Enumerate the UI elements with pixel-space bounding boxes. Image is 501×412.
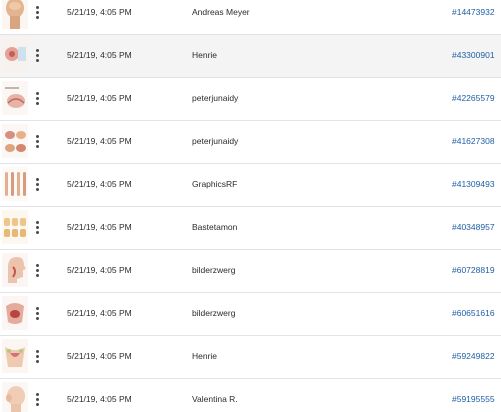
- more-options-icon[interactable]: [30, 45, 44, 67]
- thumbnail-image[interactable]: [2, 0, 28, 29]
- thumbnail-image[interactable]: [2, 167, 28, 201]
- thumbnail-image[interactable]: [2, 253, 28, 287]
- more-options-icon[interactable]: [30, 2, 44, 24]
- more-options-icon[interactable]: [30, 260, 44, 282]
- author-name: peterjunaidy: [192, 93, 239, 103]
- author-name: Henrie: [192, 50, 218, 60]
- asset-id-link[interactable]: #42265579: [452, 93, 495, 103]
- date-added: 5/21/19, 4:05 PM: [67, 7, 132, 17]
- asset-id-link[interactable]: #14473932: [452, 7, 495, 17]
- date-added: 5/21/19, 4:05 PM: [67, 222, 132, 232]
- asset-id-link[interactable]: #43300901: [452, 50, 495, 60]
- more-options-icon[interactable]: [30, 174, 44, 196]
- list-item[interactable]: 5/21/19, 4:05 PM bilderzwerg #60651616: [0, 293, 501, 336]
- date-added: 5/21/19, 4:05 PM: [67, 179, 132, 189]
- list-item[interactable]: 5/21/19, 4:05 PM Andreas Meyer #14473932: [0, 0, 501, 35]
- asset-id-link[interactable]: #40348957: [452, 222, 495, 232]
- asset-id-link[interactable]: #60728819: [452, 265, 495, 275]
- date-added: 5/21/19, 4:05 PM: [67, 308, 132, 318]
- author-name: Henrie: [192, 351, 218, 361]
- list-item[interactable]: 5/21/19, 4:05 PM Bastetamon #40348957: [0, 207, 501, 250]
- more-options-icon[interactable]: [30, 346, 44, 368]
- thumbnail-image[interactable]: [2, 124, 28, 158]
- asset-id-link[interactable]: #60651616: [452, 308, 495, 318]
- date-added: 5/21/19, 4:05 PM: [67, 394, 132, 404]
- author-name: GraphicsRF: [192, 179, 238, 189]
- date-added: 5/21/19, 4:05 PM: [67, 351, 132, 361]
- author-name: Bastetamon: [192, 222, 238, 232]
- list-item[interactable]: 5/21/19, 4:05 PM bilderzwerg #60728819: [0, 250, 501, 293]
- more-options-icon[interactable]: [30, 303, 44, 325]
- asset-id-link[interactable]: #41627308: [452, 136, 495, 146]
- author-name: peterjunaidy: [192, 136, 239, 146]
- thumbnail-image[interactable]: [2, 210, 28, 244]
- author-name: Andreas Meyer: [192, 7, 250, 17]
- more-options-icon[interactable]: [30, 88, 44, 110]
- more-options-icon[interactable]: [30, 389, 44, 411]
- author-name: bilderzwerg: [192, 308, 236, 318]
- asset-id-link[interactable]: #59195555: [452, 394, 495, 404]
- author-name: bilderzwerg: [192, 265, 236, 275]
- list-item[interactable]: 5/21/19, 4:05 PM Henrie #43300901: [0, 35, 501, 78]
- asset-id-link[interactable]: #59249822: [452, 351, 495, 361]
- date-added: 5/21/19, 4:05 PM: [67, 93, 132, 103]
- list-item[interactable]: 5/21/19, 4:05 PM Henrie #59249822: [0, 336, 501, 379]
- stock-image-list: 5/21/19, 4:05 PM Andreas Meyer #14473932…: [0, 0, 501, 412]
- date-added: 5/21/19, 4:05 PM: [67, 136, 132, 146]
- thumbnail-image[interactable]: [2, 38, 28, 72]
- date-added: 5/21/19, 4:05 PM: [67, 50, 132, 60]
- list-item[interactable]: 5/21/19, 4:05 PM peterjunaidy #41627308: [0, 121, 501, 164]
- list-item[interactable]: 5/21/19, 4:05 PM peterjunaidy #42265579: [0, 78, 501, 121]
- more-options-icon[interactable]: [30, 217, 44, 239]
- author-name: Valentina R.: [192, 394, 238, 404]
- thumbnail-image[interactable]: [2, 339, 28, 373]
- asset-id-link[interactable]: #41309493: [452, 179, 495, 189]
- thumbnail-image[interactable]: [2, 296, 28, 330]
- thumbnail-image[interactable]: [2, 382, 28, 412]
- thumbnail-image[interactable]: [2, 81, 28, 115]
- list-item[interactable]: 5/21/19, 4:05 PM Valentina R. #59195555: [0, 379, 501, 412]
- more-options-icon[interactable]: [30, 131, 44, 153]
- date-added: 5/21/19, 4:05 PM: [67, 265, 132, 275]
- list-item[interactable]: 5/21/19, 4:05 PM GraphicsRF #41309493: [0, 164, 501, 207]
